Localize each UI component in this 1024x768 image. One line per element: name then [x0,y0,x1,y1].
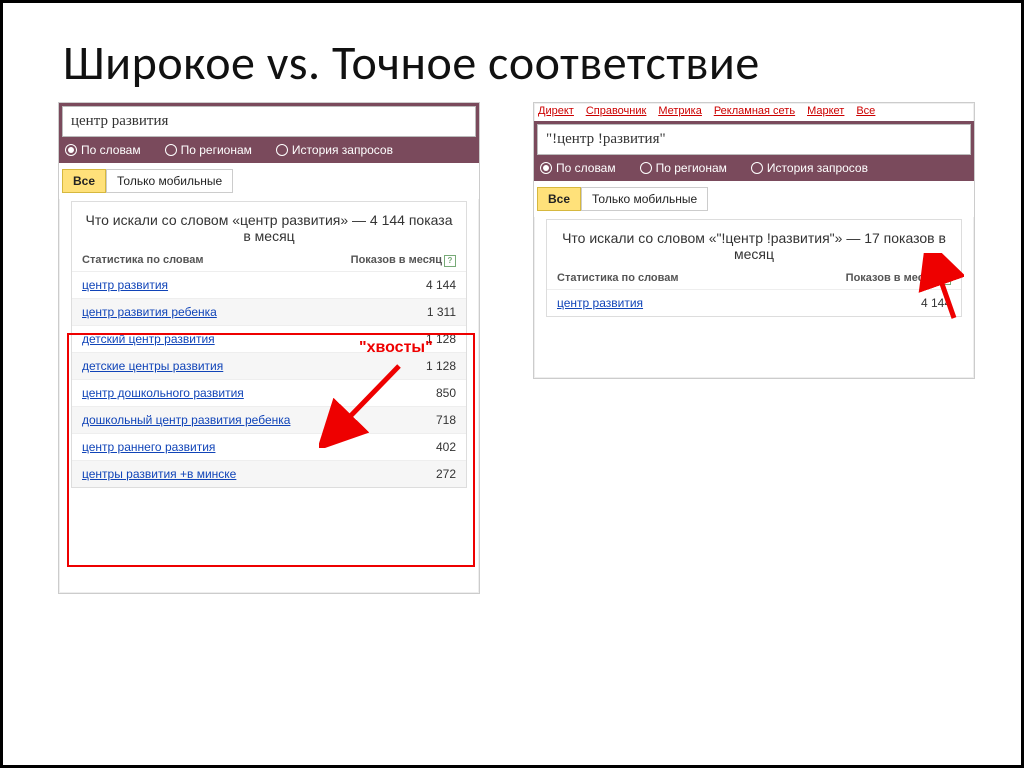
table-header: Статистика по словам Показов в месяц? [547,268,961,289]
col-count: Показов в месяц? [846,272,951,285]
keyword-link[interactable]: детский центр развития [82,332,215,346]
keyword-link[interactable]: центр развития [82,278,168,292]
count-value: 718 [436,413,456,427]
search-wrap: "!центр !развития" [534,121,974,155]
keyword-link[interactable]: центр развития ребенка [82,305,217,319]
tab-mobile[interactable]: Только мобильные [106,169,233,193]
tab-all[interactable]: Все [62,169,106,193]
table-row: центр развития ребенка 1 311 [72,298,466,325]
radio-history[interactable]: История запросов [751,161,868,175]
radio-by-regions[interactable]: По регионам [165,143,252,157]
device-tabs: Все Только мобильные [534,181,974,217]
table-row: центры развития +в минске 272 [72,460,466,487]
radio-dot-icon [165,144,177,156]
keyword-link[interactable]: центр раннего развития [82,440,215,454]
count-value: 850 [436,386,456,400]
radio-dot-icon [276,144,288,156]
keyword-link[interactable]: центр развития [557,296,643,310]
nav-link[interactable]: Маркет [807,105,844,117]
wordstat-panel-exact: Директ Справочник Метрика Рекламная сеть… [533,102,975,379]
table-header: Статистика по словам Показов в месяц? [72,250,466,271]
nav-link[interactable]: Все [856,105,875,117]
results-box: Что искали со словом «"!центр !развития"… [546,219,962,317]
table-row: центр развития 4 144 [547,289,961,316]
count-value: 1 311 [427,305,456,319]
count-value: 4 144 [426,278,456,292]
annotation-label: "хвосты" [359,339,433,357]
nav-link[interactable]: Справочник [586,105,647,117]
radio-dot-icon [751,162,763,174]
radio-by-words[interactable]: По словам [65,143,141,157]
search-input[interactable]: "!центр !развития" [537,124,971,155]
table-row: центр развития 4 144 [72,271,466,298]
radio-dot-icon [540,162,552,174]
radio-by-regions[interactable]: По регионам [640,161,727,175]
radio-by-words[interactable]: По словам [540,161,616,175]
count-value: 4 144 [921,296,951,310]
help-icon[interactable]: ? [444,255,456,267]
nav-link[interactable]: Метрика [658,105,702,117]
nav-link[interactable]: Директ [538,105,574,117]
content-area: центр развития По словам По регионам Ист… [3,102,1021,754]
col-keyword: Статистика по словам [557,272,679,285]
radio-dot-icon [65,144,77,156]
slide-frame: Широкое vs. Точное соответствие центр ра… [0,0,1024,768]
wordstat-panel-broad: центр развития По словам По регионам Ист… [58,102,480,594]
table-row: центр раннего развития 402 [72,433,466,460]
col-keyword: Статистика по словам [82,254,204,267]
nav-link[interactable]: Рекламная сеть [714,105,795,117]
count-value: 272 [436,467,456,481]
table-row: дошкольный центр развития ребенка 718 [72,406,466,433]
table-row: центр дошкольного развития 850 [72,379,466,406]
slide-title: Широкое vs. Точное соответствие [3,3,1021,102]
mode-radios: По словам По регионам История запросов [59,137,479,163]
count-value: 402 [436,440,456,454]
device-tabs: Все Только мобильные [59,163,479,199]
tab-all[interactable]: Все [537,187,581,211]
search-wrap: центр развития [59,103,479,137]
help-icon[interactable]: ? [939,273,951,285]
keyword-link[interactable]: дошкольный центр развития ребенка [82,413,290,427]
results-summary: Что искали со словом «"!центр !развития"… [547,220,961,268]
keyword-link[interactable]: центры развития +в минске [82,467,236,481]
top-nav-links: Директ Справочник Метрика Рекламная сеть… [534,103,974,121]
mode-radios: По словам По регионам История запросов [534,155,974,181]
keyword-link[interactable]: детские центры развития [82,359,223,373]
search-input[interactable]: центр развития [62,106,476,137]
results-summary: Что искали со словом «центр развития» — … [72,202,466,250]
count-value: 1 128 [426,359,456,373]
keyword-link[interactable]: центр дошкольного развития [82,386,244,400]
radio-dot-icon [640,162,652,174]
radio-history[interactable]: История запросов [276,143,393,157]
tab-mobile[interactable]: Только мобильные [581,187,708,211]
col-count: Показов в месяц? [351,254,456,267]
